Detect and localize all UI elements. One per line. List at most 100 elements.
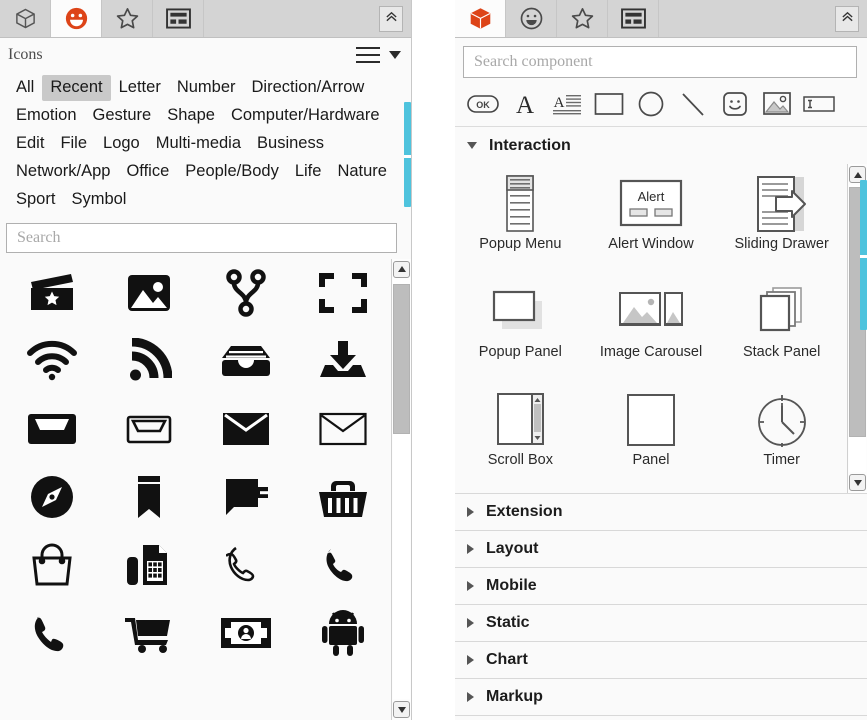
icon-grid-scroll-thumb[interactable] [393, 284, 410, 434]
component-alert-window[interactable]: Alert Alert Window [586, 172, 717, 280]
icon-inbox-tray[interactable] [4, 395, 101, 463]
right-tab-star[interactable] [557, 0, 608, 37]
left-tab-cube[interactable] [0, 0, 51, 37]
icon-wifi[interactable] [4, 327, 101, 395]
tag-nature[interactable]: Nature [329, 159, 395, 185]
component-search-input[interactable] [472, 52, 848, 72]
tag-network-app[interactable]: Network/App [8, 159, 118, 185]
left-tab-emoji[interactable] [51, 0, 102, 37]
tool-ok-button[interactable]: OK [465, 90, 501, 122]
component-popup-menu[interactable]: Popup Menu [455, 172, 586, 280]
section-header-chart[interactable]: Chart [455, 642, 867, 679]
tag-office[interactable]: Office [118, 159, 177, 185]
left-collapse-button[interactable] [379, 6, 403, 32]
tags-teal-scrollbar[interactable] [404, 102, 411, 207]
tag-gesture[interactable]: Gesture [85, 103, 160, 129]
icon-category-tags: All Recent Letter Number Direction/Arrow… [0, 72, 411, 220]
component-image-carousel[interactable]: Image Carousel [586, 280, 717, 388]
icon-grid-scroll-track[interactable] [393, 280, 410, 699]
tool-line[interactable] [675, 90, 711, 122]
section-header-extension[interactable]: Extension [455, 494, 867, 531]
tag-number[interactable]: Number [169, 75, 244, 101]
section-header-interaction[interactable]: Interaction [455, 127, 867, 164]
scroll-down-arrow[interactable] [393, 701, 410, 718]
icon-phone-outline[interactable] [198, 531, 295, 599]
section-header-static[interactable]: Static [455, 605, 867, 642]
icon-bookmark[interactable] [101, 463, 198, 531]
icon-envelope-outline[interactable] [294, 395, 391, 463]
component-sliding-drawer[interactable]: Sliding Drawer [716, 172, 847, 280]
right-collapse-button[interactable] [835, 6, 859, 32]
tag-recent[interactable]: Recent [42, 75, 110, 101]
tool-input[interactable] [801, 90, 837, 122]
icon-fax-machine[interactable] [101, 531, 198, 599]
icon-fullscreen-corners[interactable] [294, 259, 391, 327]
component-panel[interactable]: Panel [586, 388, 717, 494]
icon-android-robot[interactable] [294, 599, 391, 667]
tag-shape[interactable]: Shape [159, 103, 223, 129]
icon-shopping-basket[interactable] [294, 463, 391, 531]
left-tab-widget[interactable] [153, 0, 204, 37]
icon-shopping-cart[interactable] [101, 599, 198, 667]
tag-emotion[interactable]: Emotion [8, 103, 85, 129]
tool-text[interactable]: A [507, 90, 543, 122]
tag-business[interactable]: Business [249, 131, 332, 157]
icon-money-bill[interactable] [198, 599, 295, 667]
caret-down-icon[interactable] [389, 51, 401, 59]
tag-logo[interactable]: Logo [95, 131, 148, 157]
tag-computer-hardware[interactable]: Computer/Hardware [223, 103, 388, 129]
tag-sport[interactable]: Sport [8, 187, 63, 213]
section-header-mobile[interactable]: Mobile [455, 568, 867, 605]
component-search-box[interactable] [463, 46, 857, 78]
right-panel-teal-scrollbar[interactable] [860, 180, 867, 330]
icon-download-tray[interactable] [294, 327, 391, 395]
icon-chat-minus[interactable] [198, 463, 295, 531]
icon-merge-branch[interactable] [198, 259, 295, 327]
tool-image[interactable] [759, 90, 795, 122]
component-popup-panel[interactable]: Popup Panel [455, 280, 586, 388]
icon-compass[interactable] [4, 463, 101, 531]
right-tab-cube[interactable] [455, 0, 506, 37]
left-tab-star[interactable] [102, 0, 153, 37]
tool-ellipse[interactable] [633, 90, 669, 122]
icon-grid-scrollbar[interactable] [391, 259, 411, 720]
right-tab-emoji[interactable] [506, 0, 557, 37]
section-header-markup[interactable]: Markup [455, 679, 867, 716]
component-scroll-down-arrow[interactable] [849, 474, 866, 491]
hamburger-menu-icon[interactable] [356, 47, 380, 63]
tag-direction-arrow[interactable]: Direction/Arrow [244, 75, 373, 101]
tool-icon[interactable] [717, 90, 753, 122]
smiley-square-icon [722, 91, 748, 122]
icon-picture[interactable] [101, 259, 198, 327]
svg-text:Alert: Alert [638, 189, 665, 204]
tag-multi-media[interactable]: Multi-media [148, 131, 249, 157]
section-header-layout[interactable]: Layout [455, 531, 867, 568]
component-sections: Interaction [455, 126, 867, 720]
component-timer[interactable]: Timer [716, 388, 847, 494]
right-tab-widget[interactable] [608, 0, 659, 37]
component-stack-panel[interactable]: Stack Panel [716, 280, 847, 388]
icon-inbox-open-outline[interactable] [101, 395, 198, 463]
tag-letter[interactable]: Letter [111, 75, 169, 101]
icon-clapperboard-star[interactable] [4, 259, 101, 327]
icon-inbox-filled[interactable] [198, 327, 295, 395]
component-scroll-box[interactable]: Scroll Box [455, 388, 586, 494]
tool-paragraph[interactable]: A [549, 90, 585, 122]
icon-rss-feed[interactable] [101, 327, 198, 395]
search-input[interactable] [15, 228, 388, 248]
tool-rectangle[interactable] [591, 90, 627, 122]
icon-phone-filled[interactable] [294, 531, 391, 599]
tag-life[interactable]: Life [287, 159, 330, 185]
icon-envelope-filled[interactable] [198, 395, 295, 463]
icon-search-box[interactable] [6, 223, 397, 253]
scroll-up-arrow[interactable] [393, 261, 410, 278]
tag-people-body[interactable]: People/Body [177, 159, 287, 185]
tag-edit[interactable]: Edit [8, 131, 52, 157]
icon-phone-handset[interactable] [4, 599, 101, 667]
fullscreen-corners-icon [319, 271, 367, 315]
tag-symbol[interactable]: Symbol [63, 187, 134, 213]
tag-all[interactable]: All [8, 75, 42, 101]
icon-handbag[interactable] [4, 531, 101, 599]
tag-file[interactable]: File [52, 131, 95, 157]
section-title: Chart [486, 651, 528, 669]
